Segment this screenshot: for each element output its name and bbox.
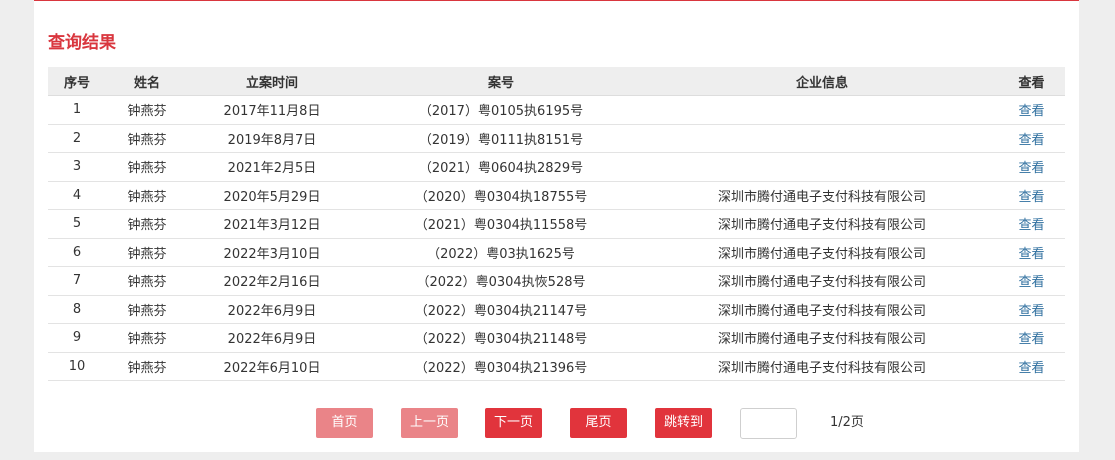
column-header-index: 序号	[48, 67, 106, 96]
table-row: 1 钟燕芬 2017年11月8日 （2017）粤0105执6195号 查看	[48, 95, 1065, 125]
view-link[interactable]: 查看	[1018, 133, 1044, 148]
table-row: 7 钟燕芬 2022年2月16日 （2022）粤0304执恢528号 深圳市腾付通电子支…	[48, 266, 1065, 296]
table-row: 5 钟燕芬 2021年3月12日 （2021）粤0304执11558号 深圳市腾付通电子…	[48, 209, 1065, 239]
cell-company-info: 深圳市腾付通电子支付科技有限公司	[646, 295, 998, 324]
column-header-company-info: 企业信息	[646, 67, 998, 96]
cell-filing-date: 2019年8月7日	[188, 124, 356, 153]
cell-filing-date: 2022年2月16日	[188, 266, 356, 296]
results-table-body: 1 钟燕芬 2017年11月8日 （2017）粤0105执6195号 查看 2 钟燕芬 201…	[48, 95, 1065, 381]
prev-page-button[interactable]: 上一页	[401, 408, 458, 438]
cell-filing-date: 2021年3月12日	[188, 209, 356, 239]
table-row: 8 钟燕芬 2022年6月9日 （2022）粤0304执21147号 深圳市腾付通电子支…	[48, 295, 1065, 324]
cell-case-number: （2022）粤0304执恢528号	[356, 266, 646, 296]
cell-case-number: （2022）粤03执1625号	[356, 238, 646, 267]
panel-title: 查询结果	[48, 33, 116, 53]
cell-filing-date: 2022年6月9日	[188, 295, 356, 324]
table-header-row: 序号 姓名 立案时间 案号 企业信息 查看	[48, 67, 1065, 96]
cell-filing-date: 2022年3月10日	[188, 238, 356, 267]
jump-to-page-button[interactable]: 跳转到	[655, 408, 712, 438]
page-info: 1/2页	[830, 415, 864, 430]
cell-view: 查看	[998, 295, 1065, 324]
table-row: 3 钟燕芬 2021年2月5日 （2021）粤0604执2829号 查看	[48, 152, 1065, 182]
cell-filing-date: 2022年6月9日	[188, 323, 356, 353]
view-link[interactable]: 查看	[1018, 304, 1044, 319]
cell-index: 4	[48, 181, 106, 210]
last-page-button[interactable]: 尾页	[570, 408, 627, 438]
cell-view: 查看	[998, 181, 1065, 210]
cell-company-info: 深圳市腾付通电子支付科技有限公司	[646, 181, 998, 210]
results-table: 序号 姓名 立案时间 案号 企业信息 查看 1 钟燕芬 2017年11月8日 （201…	[48, 67, 1065, 381]
cell-view: 查看	[998, 323, 1065, 353]
cell-index: 5	[48, 209, 106, 239]
cell-view: 查看	[998, 124, 1065, 153]
cell-name: 钟燕芬	[106, 124, 188, 153]
cell-index: 3	[48, 152, 106, 182]
cell-case-number: （2020）粤0304执18755号	[356, 181, 646, 210]
cell-company-info	[646, 95, 998, 125]
first-page-button[interactable]: 首页	[316, 408, 373, 438]
cell-view: 查看	[998, 266, 1065, 296]
cell-case-number: （2022）粤0304执21148号	[356, 323, 646, 353]
results-panel: 查询结果 序号 姓名 立案时间 案号 企业信息 查看 1 钟燕芬 2017年11月8…	[34, 0, 1079, 452]
cell-case-number: （2017）粤0105执6195号	[356, 95, 646, 125]
view-link[interactable]: 查看	[1018, 247, 1044, 262]
cell-view: 查看	[998, 352, 1065, 381]
view-link[interactable]: 查看	[1018, 361, 1044, 376]
cell-index: 10	[48, 352, 106, 381]
cell-index: 6	[48, 238, 106, 267]
view-link[interactable]: 查看	[1018, 104, 1044, 119]
table-row: 10 钟燕芬 2022年6月10日 （2022）粤0304执21396号 深圳市腾付通电…	[48, 352, 1065, 381]
column-header-case-number: 案号	[356, 67, 646, 96]
cell-case-number: （2022）粤0304执21147号	[356, 295, 646, 324]
view-link[interactable]: 查看	[1018, 332, 1044, 347]
cell-company-info: 深圳市腾付通电子支付科技有限公司	[646, 238, 998, 267]
cell-index: 1	[48, 95, 106, 125]
cell-name: 钟燕芬	[106, 323, 188, 353]
cell-case-number: （2021）粤0604执2829号	[356, 152, 646, 182]
cell-name: 钟燕芬	[106, 238, 188, 267]
cell-case-number: （2021）粤0304执11558号	[356, 209, 646, 239]
column-header-view: 查看	[998, 67, 1065, 96]
cell-view: 查看	[998, 238, 1065, 267]
view-link[interactable]: 查看	[1018, 190, 1044, 205]
cell-name: 钟燕芬	[106, 295, 188, 324]
table-row: 6 钟燕芬 2022年3月10日 （2022）粤03执1625号 深圳市腾付通电子支付科…	[48, 238, 1065, 267]
cell-name: 钟燕芬	[106, 152, 188, 182]
page-number-input[interactable]	[740, 408, 797, 439]
cell-index: 8	[48, 295, 106, 324]
cell-name: 钟燕芬	[106, 266, 188, 296]
cell-view: 查看	[998, 209, 1065, 239]
cell-index: 7	[48, 266, 106, 296]
cell-company-info: 深圳市腾付通电子支付科技有限公司	[646, 323, 998, 353]
cell-name: 钟燕芬	[106, 95, 188, 125]
cell-view: 查看	[998, 152, 1065, 182]
cell-case-number: （2019）粤0111执8151号	[356, 124, 646, 153]
view-link[interactable]: 查看	[1018, 218, 1044, 233]
cell-case-number: （2022）粤0304执21396号	[356, 352, 646, 381]
cell-company-info: 深圳市腾付通电子支付科技有限公司	[646, 352, 998, 381]
cell-view: 查看	[998, 95, 1065, 125]
view-link[interactable]: 查看	[1018, 161, 1044, 176]
pagination: 首页 上一页 下一页 尾页 跳转到 1/2页	[34, 408, 1079, 439]
cell-name: 钟燕芬	[106, 209, 188, 239]
view-link[interactable]: 查看	[1018, 275, 1044, 290]
cell-filing-date: 2021年2月5日	[188, 152, 356, 182]
column-header-name: 姓名	[106, 67, 188, 96]
next-page-button[interactable]: 下一页	[485, 408, 542, 438]
table-row: 2 钟燕芬 2019年8月7日 （2019）粤0111执8151号 查看	[48, 124, 1065, 153]
cell-filing-date: 2017年11月8日	[188, 95, 356, 125]
cell-name: 钟燕芬	[106, 352, 188, 381]
table-row: 4 钟燕芬 2020年5月29日 （2020）粤0304执18755号 深圳市腾付通电子…	[48, 181, 1065, 210]
cell-company-info: 深圳市腾付通电子支付科技有限公司	[646, 209, 998, 239]
column-header-filing-date: 立案时间	[188, 67, 356, 96]
cell-company-info	[646, 152, 998, 182]
cell-company-info: 深圳市腾付通电子支付科技有限公司	[646, 266, 998, 296]
cell-filing-date: 2020年5月29日	[188, 181, 356, 210]
table-row: 9 钟燕芬 2022年6月9日 （2022）粤0304执21148号 深圳市腾付通电子支…	[48, 323, 1065, 353]
cell-filing-date: 2022年6月10日	[188, 352, 356, 381]
cell-name: 钟燕芬	[106, 181, 188, 210]
cell-index: 9	[48, 323, 106, 353]
cell-company-info	[646, 124, 998, 153]
cell-index: 2	[48, 124, 106, 153]
